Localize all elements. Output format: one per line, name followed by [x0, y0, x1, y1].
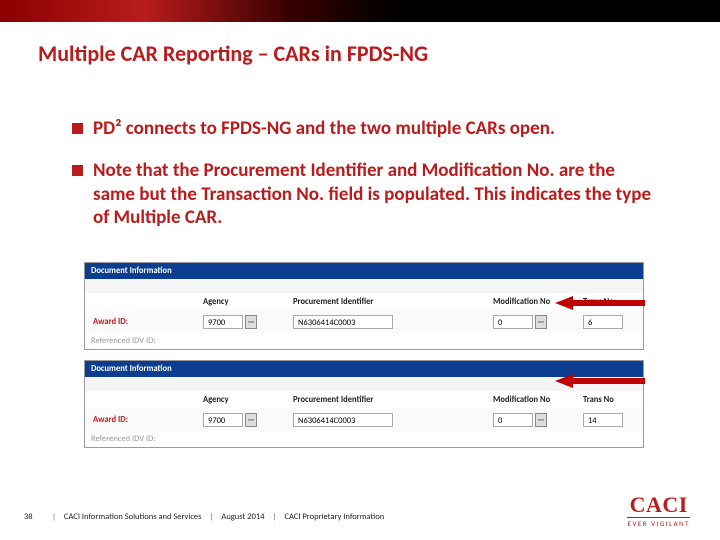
award-id-label: Award ID: [89, 413, 199, 427]
col-procid: Procurement Identifier [289, 295, 429, 309]
field-row: Award ID: 9700 ··· N6306414C0003 0 ··· 1… [85, 409, 643, 431]
agency-lookup-button[interactable]: ··· [245, 315, 257, 329]
column-headers: Agency Procurement Identifier Modificati… [85, 293, 643, 311]
col-agency: Agency [199, 295, 289, 309]
transno-value: 14 [583, 413, 623, 427]
footer-rights: CACI Proprietary Information [284, 512, 384, 522]
modno-value: 0 [493, 315, 533, 329]
fpds-panel: Document Information Agency Procurement … [84, 360, 644, 448]
top-accent-bar [0, 0, 720, 22]
logo-brand: CACI [627, 494, 690, 518]
col-modno: Modification No [489, 295, 579, 309]
bullet-item: PD² connects to FPDS-NG and the two mult… [72, 117, 660, 141]
slide-title: Multiple CAR Reporting – CARs in FPDS-NG [0, 22, 720, 67]
footer-date: August 2014 [221, 512, 264, 522]
field-row: Award ID: 9700 ··· N6306414C0003 0 ··· 6 [85, 311, 643, 333]
page-number: 38 [24, 512, 44, 522]
panel-header: Document Information [85, 263, 643, 279]
agency-lookup-button[interactable]: ··· [245, 413, 257, 427]
col-procid: Procurement Identifier [289, 393, 429, 407]
footer-separator: | [52, 512, 56, 522]
col-modno: Modification No [489, 393, 579, 407]
modno-lookup-button[interactable]: ··· [535, 315, 547, 329]
column-headers: Agency Procurement Identifier Modificati… [85, 391, 643, 409]
logo-tagline: EVER VIGILANT [627, 519, 690, 528]
col-transno: Trans No [579, 295, 639, 309]
fpds-panel: Document Information Agency Procurement … [84, 262, 644, 350]
panel-spacer [85, 279, 643, 293]
award-id-label: Award ID: [89, 315, 199, 329]
referenced-idv-row: Referenced IDV ID: [85, 333, 643, 349]
bullet-text: PD² connects to FPDS-NG and the two mult… [93, 117, 555, 141]
footer: 38 | CACI Information Solutions and Serv… [0, 512, 720, 522]
col-transno: Trans No [579, 393, 639, 407]
agency-value: 9700 [203, 413, 243, 427]
bullet-square-icon [72, 165, 83, 176]
referenced-idv-row: Referenced IDV ID: [85, 431, 643, 447]
bullet-list: PD² connects to FPDS-NG and the two mult… [0, 67, 720, 230]
footer-separator: | [273, 512, 277, 522]
procid-value: N6306414C0003 [293, 413, 393, 427]
panel-spacer [85, 377, 643, 391]
panel-header: Document Information [85, 361, 643, 377]
bullet-text: Note that the Procurement Identifier and… [93, 159, 660, 230]
modno-lookup-button[interactable]: ··· [535, 413, 547, 427]
bullet-item: Note that the Procurement Identifier and… [72, 159, 660, 230]
bullet-square-icon [72, 123, 83, 134]
agency-value: 9700 [203, 315, 243, 329]
procid-value: N6306414C0003 [293, 315, 393, 329]
col-agency: Agency [199, 393, 289, 407]
footer-org: CACI Information Solutions and Services [64, 512, 202, 522]
screenshot-area: Document Information Agency Procurement … [0, 248, 720, 448]
footer-separator: | [210, 512, 214, 522]
transno-value: 6 [583, 315, 623, 329]
modno-value: 0 [493, 413, 533, 427]
company-logo: CACI EVER VIGILANT [627, 494, 690, 528]
